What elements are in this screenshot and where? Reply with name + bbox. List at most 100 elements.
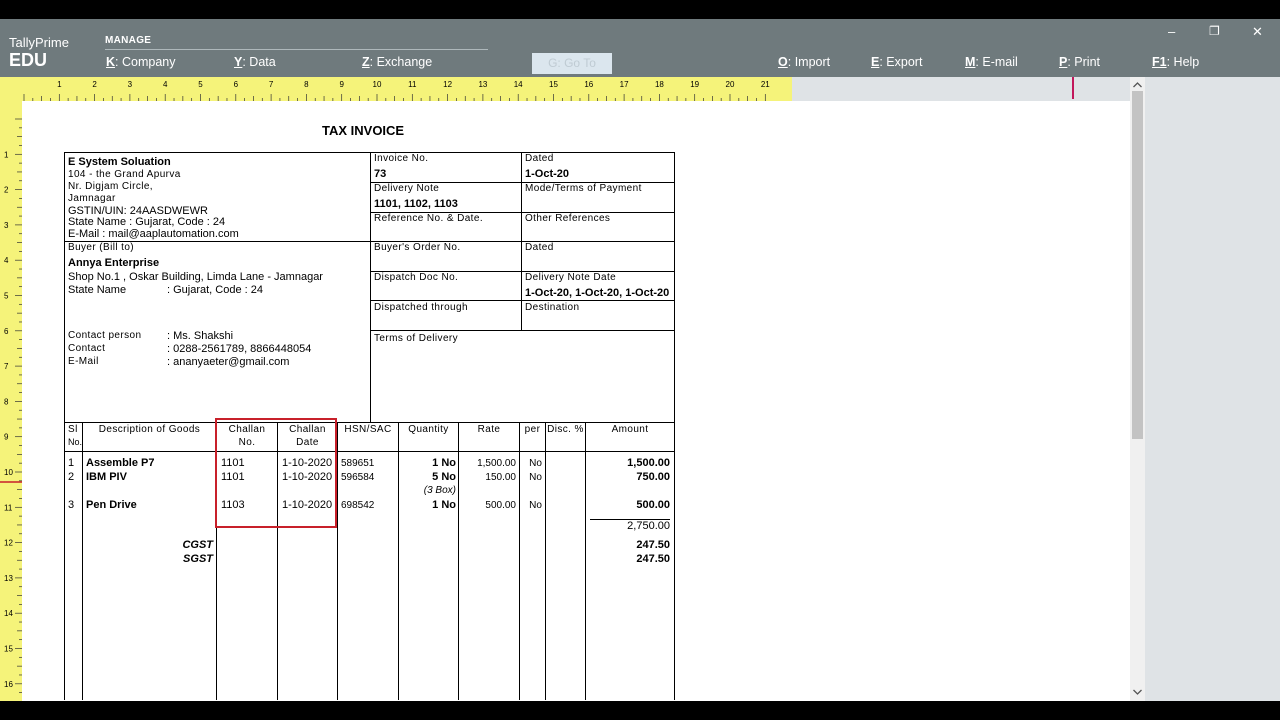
row2-sl: 2 — [68, 471, 75, 483]
row2-rate: 150.00 — [485, 472, 516, 483]
ruler-label: 1 — [4, 150, 9, 159]
row1-sl: 1 — [68, 457, 75, 469]
ruler-label: 6 — [4, 327, 9, 336]
col-rate: Rate — [477, 424, 501, 435]
ruler-label: 20 — [726, 80, 735, 89]
delivery-note-label: Delivery Note — [374, 183, 440, 194]
col-disc: Disc. % — [547, 424, 584, 435]
ruler-label: 10 — [4, 468, 13, 477]
menu-print[interactable]: P: Print — [1059, 55, 1100, 69]
scroll-up-icon[interactable] — [1130, 79, 1145, 91]
vertical-ruler: 1 2 3 4 5 6 7 8 9 10 11 12 13 14 15 16 — [0, 77, 22, 701]
col-quantity: Quantity — [408, 424, 449, 435]
row1-amount: 1,500.00 — [627, 457, 670, 469]
row2-per: No — [529, 472, 542, 483]
col-description: Description of Goods — [98, 424, 201, 435]
ruler-label: 11 — [4, 503, 13, 512]
email-label: E-Mail — [68, 356, 99, 367]
scrollbar-thumb[interactable] — [1132, 91, 1143, 439]
contact-person-value: : Ms. Shakshi — [167, 330, 234, 342]
grid-line — [64, 241, 674, 242]
ruler-label: 5 — [198, 80, 203, 89]
challan-highlight-box — [215, 418, 337, 528]
grid-line — [370, 330, 674, 331]
menu-export[interactable]: E: Export — [871, 55, 922, 69]
grid-line — [82, 422, 83, 700]
row3-amount: 500.00 — [636, 499, 670, 511]
row3-qty: 1 No — [432, 499, 456, 511]
seller-state: State Name : Gujarat, Code : 24 — [68, 216, 226, 228]
seller-address-line3: Jamnagar — [68, 193, 116, 204]
sgst-amount: 247.50 — [636, 553, 670, 565]
ruler-label: 12 — [443, 80, 452, 89]
row1-qty: 1 No — [432, 457, 456, 469]
ruler-label: 8 — [4, 397, 9, 406]
ruler-label: 11 — [408, 80, 417, 89]
app-header: TallyPrime EDU MANAGE K: Company Y: Data… — [0, 19, 1280, 77]
row2-hsn: 596584 — [341, 472, 375, 483]
right-panel — [1145, 77, 1280, 701]
restore-icon[interactable]: ❐ — [1209, 24, 1220, 38]
delivery-note-date-label: Delivery Note Date — [525, 272, 617, 283]
minimize-icon[interactable]: – — [1168, 24, 1175, 39]
ruler-label: 2 — [4, 186, 9, 195]
ruler-label: 7 — [4, 362, 9, 371]
invoice-no-label: Invoice No. — [374, 153, 429, 164]
order-dated-label: Dated — [525, 242, 554, 253]
ruler-label: 12 — [4, 539, 13, 548]
delivery-note-date-value: 1-Oct-20, 1-Oct-20, 1-Oct-20 — [525, 287, 670, 299]
contact-label: Contact — [68, 343, 106, 354]
row2-amount: 750.00 — [636, 471, 670, 483]
grid-line — [337, 422, 338, 700]
menu-email[interactable]: M: E-mail — [965, 55, 1018, 69]
ruler-label: 19 — [690, 80, 699, 89]
menu-import[interactable]: O: Import — [778, 55, 830, 69]
menu-exchange[interactable]: Z: Exchange — [362, 55, 432, 69]
ruler-label: 21 — [761, 80, 770, 89]
ruler-label: 18 — [655, 80, 664, 89]
col-sl: Sl — [68, 424, 78, 435]
buyer-state-label: State Name — [68, 284, 127, 296]
grid-line — [370, 300, 674, 301]
vertical-scrollbar[interactable] — [1130, 77, 1145, 701]
menu-help[interactable]: F1: Help — [1152, 55, 1199, 69]
contact-person-label: Contact person — [68, 330, 142, 341]
grid-line — [64, 152, 65, 700]
text-cursor — [1072, 77, 1074, 99]
ruler-label: 8 — [304, 80, 309, 89]
seller-name: E System Soluation — [68, 156, 171, 168]
ruler-label: 3 — [128, 80, 133, 89]
close-icon[interactable]: ✕ — [1252, 24, 1263, 40]
terms-of-delivery-label: Terms of Delivery — [374, 333, 459, 344]
bottom-black-bar — [0, 701, 1280, 720]
menu-company[interactable]: K: Company — [106, 55, 175, 69]
ruler-label: 17 — [620, 80, 629, 89]
seller-address-line1: 104 - the Grand Apurva — [68, 169, 181, 180]
grid-line — [674, 152, 675, 700]
other-references-label: Other References — [525, 213, 611, 224]
row3-per: No — [529, 500, 542, 511]
row1-per: No — [529, 458, 542, 469]
ruler-label: 9 — [339, 80, 344, 89]
subtotal-amount: 2,750.00 — [627, 520, 670, 532]
ruler-label: 16 — [584, 80, 593, 89]
menu-data[interactable]: Y: Data — [234, 55, 276, 69]
delivery-note-value: 1101, 1102, 1103 — [374, 198, 458, 210]
col-sl-no: No. — [68, 437, 83, 447]
row3-description: Pen Drive — [86, 499, 137, 511]
buyer-state-value: : Gujarat, Code : 24 — [167, 284, 263, 296]
ruler-label: 13 — [478, 80, 487, 89]
ruler-label: 15 — [4, 645, 13, 654]
app-title: TallyPrime — [9, 35, 69, 50]
grid-line — [370, 152, 371, 422]
seller-email: E-Mail : mail@aaplautomation.com — [68, 228, 239, 240]
menu-section-label: MANAGE — [105, 35, 152, 46]
destination-label: Destination — [525, 302, 580, 313]
row1-hsn: 589651 — [341, 458, 375, 469]
ruler-label: 2 — [92, 80, 97, 89]
scroll-down-icon[interactable] — [1130, 686, 1145, 698]
contact-value: : 0288-2561789, 8866448054 — [167, 343, 312, 355]
dated-label: Dated — [525, 153, 554, 164]
menu-goto[interactable]: G: Go To — [532, 53, 612, 74]
ruler-label: 5 — [4, 292, 9, 301]
